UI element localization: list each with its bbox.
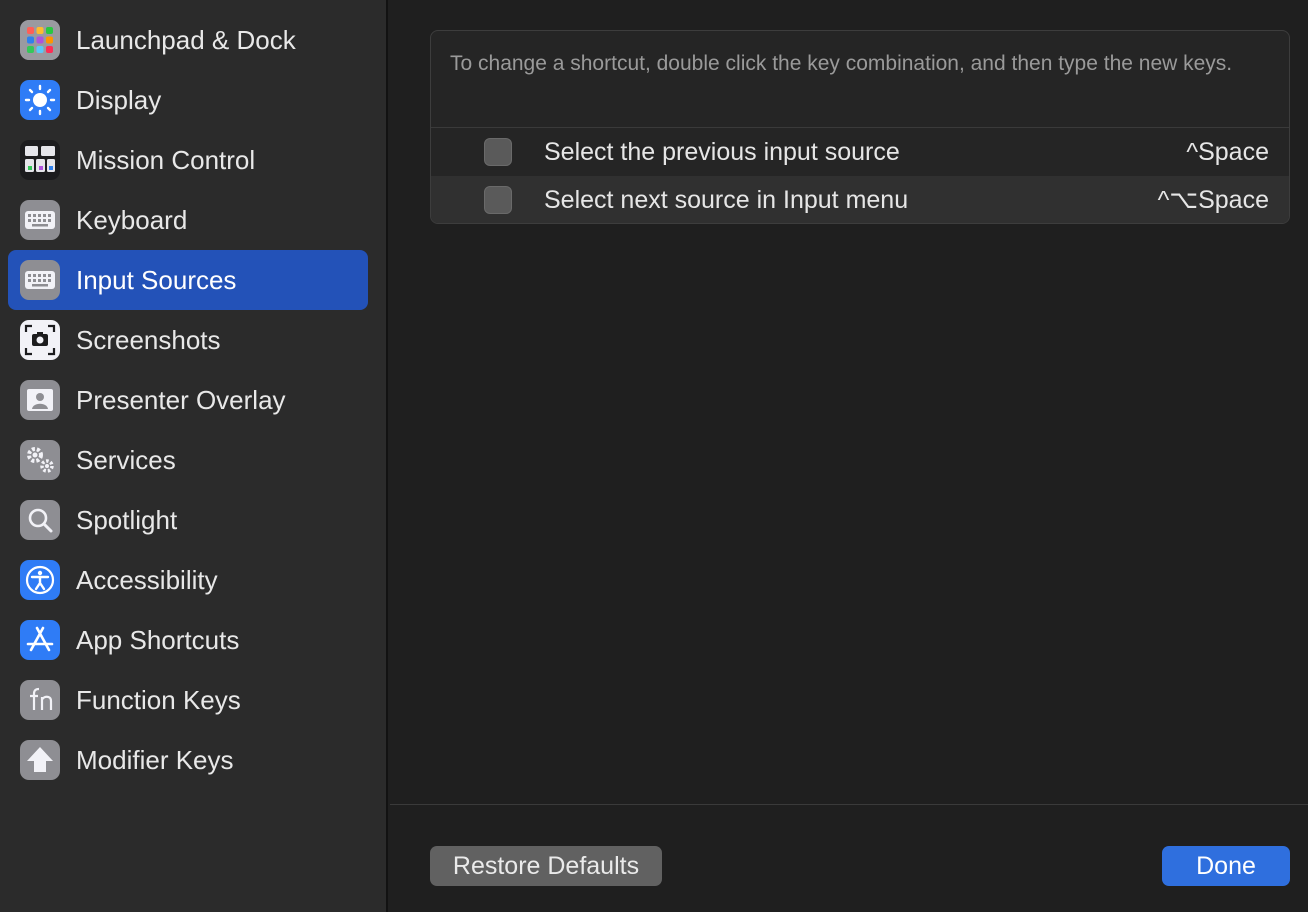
sidebar-item-spotlight[interactable]: Spotlight (8, 490, 368, 550)
sidebar-item-label: Input Sources (76, 264, 237, 295)
shift-arrow-icon (20, 740, 60, 780)
keyboard-icon (20, 200, 60, 240)
done-button[interactable]: Done (1162, 846, 1290, 886)
sidebar-item-label: Presenter Overlay (76, 384, 286, 415)
shortcut-row-next-source[interactable]: Select next source in Input menu ^⌥Space (431, 176, 1289, 223)
sidebar: Launchpad & Dock Display Mission Control… (0, 0, 388, 912)
sidebar-item-app-shortcuts[interactable]: App Shortcuts (8, 610, 368, 670)
sidebar-item-label: Accessibility (76, 564, 218, 595)
display-icon (20, 80, 60, 120)
sidebar-item-label: App Shortcuts (76, 624, 240, 655)
sidebar-item-services[interactable]: Services (8, 430, 368, 490)
sidebar-item-screenshots[interactable]: Screenshots (8, 310, 368, 370)
keyboard-icon (20, 260, 60, 300)
sidebar-item-mission-control[interactable]: Mission Control (8, 130, 368, 190)
shortcut-keys[interactable]: ^Space (1186, 138, 1269, 167)
shortcuts-panel: To change a shortcut, double click the k… (430, 30, 1290, 224)
sidebar-item-label: Screenshots (76, 324, 221, 355)
sidebar-item-label: Keyboard (76, 204, 188, 235)
shortcut-label: Select the previous input source (544, 137, 900, 166)
sidebar-item-label: Spotlight (76, 504, 178, 535)
shortcut-instructions: To change a shortcut, double click the k… (450, 52, 1233, 75)
screenshot-icon (20, 320, 60, 360)
mission-control-icon (20, 140, 60, 180)
launchpad-icon (20, 20, 60, 60)
sidebar-item-display[interactable]: Display (8, 70, 368, 130)
gears-icon (20, 440, 60, 480)
sidebar-item-modifier-keys[interactable]: Modifier Keys (8, 730, 368, 790)
sidebar-item-function-keys[interactable]: Function Keys (8, 670, 368, 730)
shortcut-row-previous-source[interactable]: Select the previous input source ^Space (431, 128, 1289, 176)
presenter-overlay-icon (20, 380, 60, 420)
main-content: To change a shortcut, double click the k… (390, 0, 1308, 912)
sidebar-item-input-sources[interactable]: Input Sources (8, 250, 368, 310)
accessibility-icon (20, 560, 60, 600)
app-store-icon (20, 620, 60, 660)
fn-icon (20, 680, 60, 720)
sidebar-item-launchpad-dock[interactable]: Launchpad & Dock (8, 10, 368, 70)
sidebar-item-label: Launchpad & Dock (76, 24, 296, 55)
shortcut-checkbox[interactable] (484, 138, 512, 166)
footer-divider (390, 804, 1308, 805)
sidebar-item-accessibility[interactable]: Accessibility (8, 550, 368, 610)
sidebar-item-presenter-overlay[interactable]: Presenter Overlay (8, 370, 368, 430)
sidebar-item-label: Display (76, 84, 162, 115)
sidebar-item-label: Mission Control (76, 144, 256, 175)
sidebar-item-label: Modifier Keys (76, 744, 234, 775)
sidebar-item-label: Function Keys (76, 684, 241, 715)
shortcut-keys[interactable]: ^⌥Space (1158, 185, 1269, 215)
shortcut-label: Select next source in Input menu (544, 185, 909, 214)
sidebar-item-keyboard[interactable]: Keyboard (8, 190, 368, 250)
shortcut-checkbox[interactable] (484, 186, 512, 214)
restore-defaults-button[interactable]: Restore Defaults (430, 846, 662, 886)
sidebar-item-label: Services (76, 444, 176, 475)
magnifier-icon (20, 500, 60, 540)
